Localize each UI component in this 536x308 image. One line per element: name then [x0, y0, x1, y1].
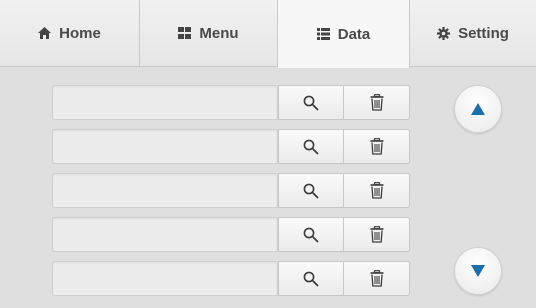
tab-home[interactable]: Home: [0, 0, 140, 66]
trash-icon: [370, 226, 383, 243]
list-item: [52, 85, 411, 120]
data-field[interactable]: [52, 173, 278, 208]
scroll-down-button[interactable]: [454, 247, 502, 295]
search-button[interactable]: [278, 85, 344, 120]
scroll-up-button[interactable]: [454, 85, 502, 133]
data-field[interactable]: [52, 129, 278, 164]
delete-button[interactable]: [344, 173, 410, 208]
tab-data[interactable]: Data: [278, 0, 410, 68]
trash-icon: [370, 94, 383, 111]
tab-menu-label: Menu: [199, 24, 239, 42]
search-icon: [303, 271, 319, 286]
triangle-down-icon: [471, 265, 485, 277]
search-button[interactable]: [278, 217, 344, 252]
data-field[interactable]: [52, 217, 278, 252]
delete-button[interactable]: [344, 217, 410, 252]
list-item: [52, 173, 411, 208]
grid-icon: [178, 27, 192, 39]
tab-setting-label: Setting: [458, 24, 509, 42]
delete-button[interactable]: [344, 129, 410, 164]
data-field[interactable]: [52, 261, 278, 296]
tab-home-label: Home: [59, 24, 101, 42]
search-icon: [303, 227, 319, 242]
tab-setting[interactable]: Setting: [410, 0, 536, 66]
home-icon: [38, 27, 52, 39]
search-icon: [303, 95, 319, 110]
search-icon: [303, 183, 319, 198]
triangle-up-icon: [471, 103, 485, 115]
list-item: [52, 129, 411, 164]
list-item: [52, 261, 411, 296]
list-item: [52, 217, 411, 252]
tab-bar: Home Menu Data Setting: [0, 0, 536, 68]
search-icon: [303, 139, 319, 154]
data-list: [52, 85, 411, 305]
trash-icon: [370, 182, 383, 199]
search-button[interactable]: [278, 173, 344, 208]
list-icon: [316, 28, 330, 40]
delete-button[interactable]: [344, 261, 410, 296]
tab-data-label: Data: [337, 25, 371, 43]
tab-menu[interactable]: Menu: [140, 0, 278, 66]
trash-icon: [370, 138, 383, 155]
search-button[interactable]: [278, 261, 344, 296]
trash-icon: [370, 270, 383, 287]
delete-button[interactable]: [344, 85, 410, 120]
search-button[interactable]: [278, 129, 344, 164]
data-field[interactable]: [52, 85, 278, 120]
gear-icon: [437, 26, 451, 40]
